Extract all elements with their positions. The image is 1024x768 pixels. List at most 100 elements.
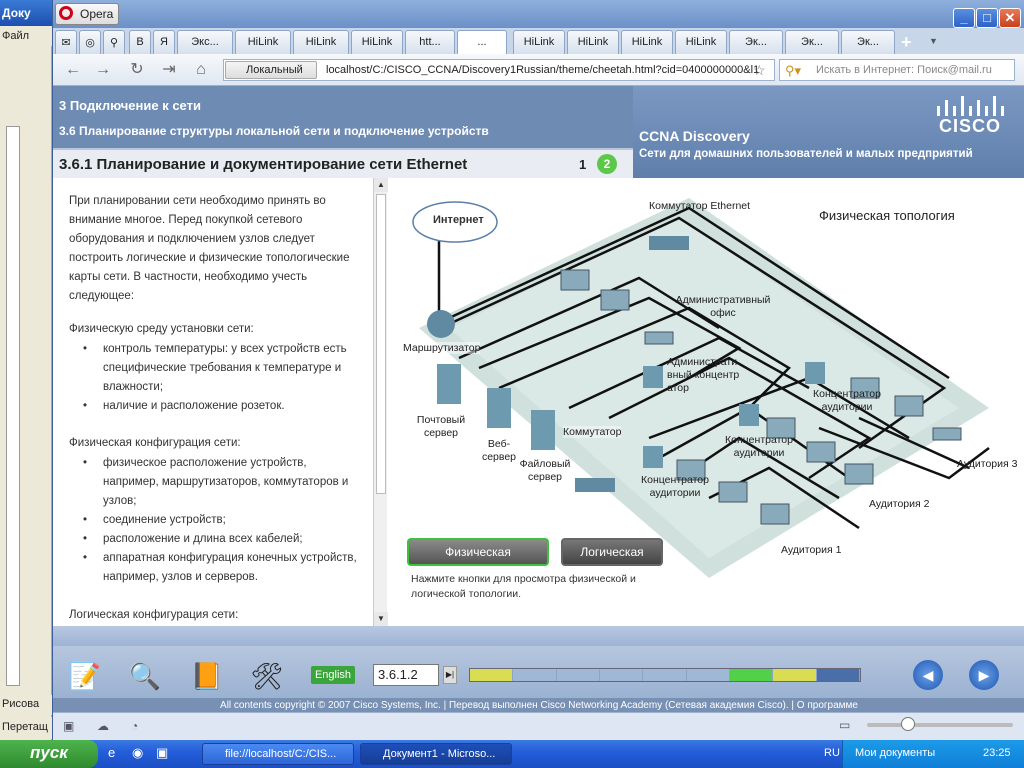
search-input[interactable]: Искать в Интернет: Поиск@mail.ru	[779, 59, 1015, 81]
progress-segment[interactable]	[513, 669, 556, 681]
hint-text: Нажмите кнопки для просмотра физической …	[411, 573, 636, 600]
my-documents-link[interactable]: Мои документы	[855, 747, 935, 759]
back-icon[interactable]: ←	[63, 60, 83, 80]
mail-tab-icon[interactable]: ✉	[55, 30, 77, 54]
prev-page-icon[interactable]: ◀	[913, 660, 943, 690]
tab-12[interactable]: Эк...	[785, 30, 839, 54]
address-mode-badge[interactable]: Локальный	[225, 61, 317, 79]
browser-status-bar: ▣ ☁ ◔ ▭	[53, 712, 1024, 740]
scroll-up-icon[interactable]: ▲	[374, 178, 388, 192]
progress-segment[interactable]	[686, 669, 729, 681]
zoom-slider[interactable]	[867, 723, 1013, 727]
scroll-down-icon[interactable]: ▼	[374, 612, 388, 626]
switch-icon	[575, 478, 615, 492]
tab-5[interactable]: htt...	[405, 30, 455, 54]
maximize-icon[interactable]: □	[976, 8, 998, 28]
home-icon[interactable]: ⌂	[191, 60, 211, 80]
opera-logo-icon	[59, 6, 73, 20]
list-item: • наличие и расположение розеток.	[83, 400, 285, 412]
tab-10[interactable]: HiLink	[675, 30, 727, 54]
notes-icon[interactable]: 📝	[65, 656, 105, 696]
hub-icon	[739, 404, 759, 426]
tab-3[interactable]: HiLink	[293, 30, 349, 54]
tab-7[interactable]: HiLink	[513, 30, 565, 54]
start-button[interactable]: пуск	[0, 740, 98, 768]
progress-segment[interactable]	[600, 669, 643, 681]
classroom-3-label: Аудитория 3	[957, 458, 1018, 470]
search-tab-icon[interactable]: ⚲	[103, 30, 125, 54]
taskbar-opera[interactable]: file://localhost/C:/CIS...	[202, 743, 354, 765]
tab-2[interactable]: HiLink	[235, 30, 291, 54]
tab-11[interactable]: Эк...	[729, 30, 783, 54]
search-engine-icon[interactable]: ⚲▾	[785, 63, 801, 79]
turbo-icon[interactable]: ☁	[97, 719, 109, 733]
minimize-icon[interactable]: _	[953, 8, 975, 28]
tab-list-icon[interactable]: ▼	[929, 36, 938, 46]
magnifier-icon[interactable]: 🔍	[125, 656, 165, 696]
logical-topology-button[interactable]: Логическая	[561, 538, 663, 566]
forward-icon[interactable]: →	[93, 60, 113, 80]
pc-icon	[718, 481, 748, 503]
scroll-thumb[interactable]	[376, 194, 386, 494]
next-page-icon[interactable]: ▶	[969, 660, 999, 690]
ie-icon[interactable]: e	[108, 745, 115, 760]
vk-tab-icon[interactable]: В	[129, 30, 151, 54]
tab-8[interactable]: HiLink	[567, 30, 619, 54]
panel-toggle-icon[interactable]: ▣	[63, 719, 74, 733]
language-indicator[interactable]: RU	[824, 747, 840, 759]
text-scrollbar[interactable]: ▲ ▼	[373, 178, 388, 626]
tab-4[interactable]: HiLink	[351, 30, 403, 54]
close-icon[interactable]: ✕	[999, 8, 1021, 28]
course-name: CCNA Discovery	[639, 128, 750, 144]
web-server-icon	[487, 388, 511, 428]
word-draw-toolbar[interactable]: Рисова	[0, 695, 52, 715]
chrome-icon[interactable]: ◉	[132, 745, 143, 761]
media-icon[interactable]: ▣	[156, 745, 168, 761]
progress-segment[interactable]	[816, 669, 859, 681]
view-icon[interactable]: ▭	[839, 718, 850, 732]
heading-physical-env: Физическую среду установки сети:	[69, 323, 254, 335]
word-ruler	[6, 126, 20, 686]
physical-topology-button[interactable]: Физическая	[407, 538, 549, 566]
tab-13[interactable]: Эк...	[841, 30, 895, 54]
pc-icon	[844, 463, 874, 485]
new-tab-icon[interactable]: +	[901, 32, 912, 53]
tab-9[interactable]: HiLink	[621, 30, 673, 54]
printer-icon	[644, 331, 674, 345]
admin-hub-icon	[643, 366, 663, 388]
progress-segment[interactable]	[643, 669, 686, 681]
hub-icon	[805, 362, 825, 384]
reload-icon[interactable]: ↻	[127, 60, 147, 80]
list-item: • расположение и длина всех кабелей;	[83, 533, 303, 545]
pc-icon	[760, 503, 790, 525]
speeddial-tab-icon[interactable]: ◎	[79, 30, 101, 54]
book-icon[interactable]: 📙	[187, 656, 227, 696]
list-item: • физическое расположение устройств, напр…	[83, 457, 349, 507]
yandex-tab-icon[interactable]: Я	[153, 30, 175, 54]
text-panel: При планировании сети необходимо принять…	[53, 178, 387, 626]
tab-active[interactable]: ...	[457, 30, 507, 56]
tab-1[interactable]: Экс...	[177, 30, 233, 54]
bookmark-star-icon[interactable]: ☆	[753, 62, 766, 79]
go-to-page-icon[interactable]: ▶|	[443, 666, 457, 684]
word-menu-file[interactable]: Файл	[0, 26, 52, 46]
hub-label: Концентратор аудитории	[813, 388, 881, 413]
language-button[interactable]: English	[311, 666, 355, 684]
page-tab-2[interactable]: 2	[597, 154, 617, 174]
list-item: • контроль температуры: у всех устройств …	[83, 343, 347, 393]
page-number-field[interactable]: 3.6.1.2	[373, 664, 439, 686]
classroom-2-label: Аудитория 2	[869, 498, 930, 510]
opera-window: Opera _ □ ✕ ✉ ◎ ⚲ В Я Экс... HiLink HiLi…	[52, 0, 1024, 740]
speed-icon[interactable]: ◔	[131, 719, 138, 733]
page-tab-1[interactable]: 1	[579, 157, 586, 172]
address-mode-label: Локальный	[246, 64, 303, 76]
progress-segment[interactable]	[556, 669, 599, 681]
fast-forward-icon[interactable]: ⇥	[159, 60, 179, 80]
tools-icon[interactable]: 🛠	[247, 656, 287, 696]
zoom-slider-knob[interactable]	[901, 717, 915, 731]
progress-segment[interactable]	[730, 669, 773, 681]
taskbar-word[interactable]: Документ1 - Microso...	[360, 743, 512, 765]
progress-segment[interactable]	[773, 669, 816, 681]
classroom-1-label: Аудитория 1	[781, 544, 842, 556]
progress-segment[interactable]	[470, 669, 513, 681]
